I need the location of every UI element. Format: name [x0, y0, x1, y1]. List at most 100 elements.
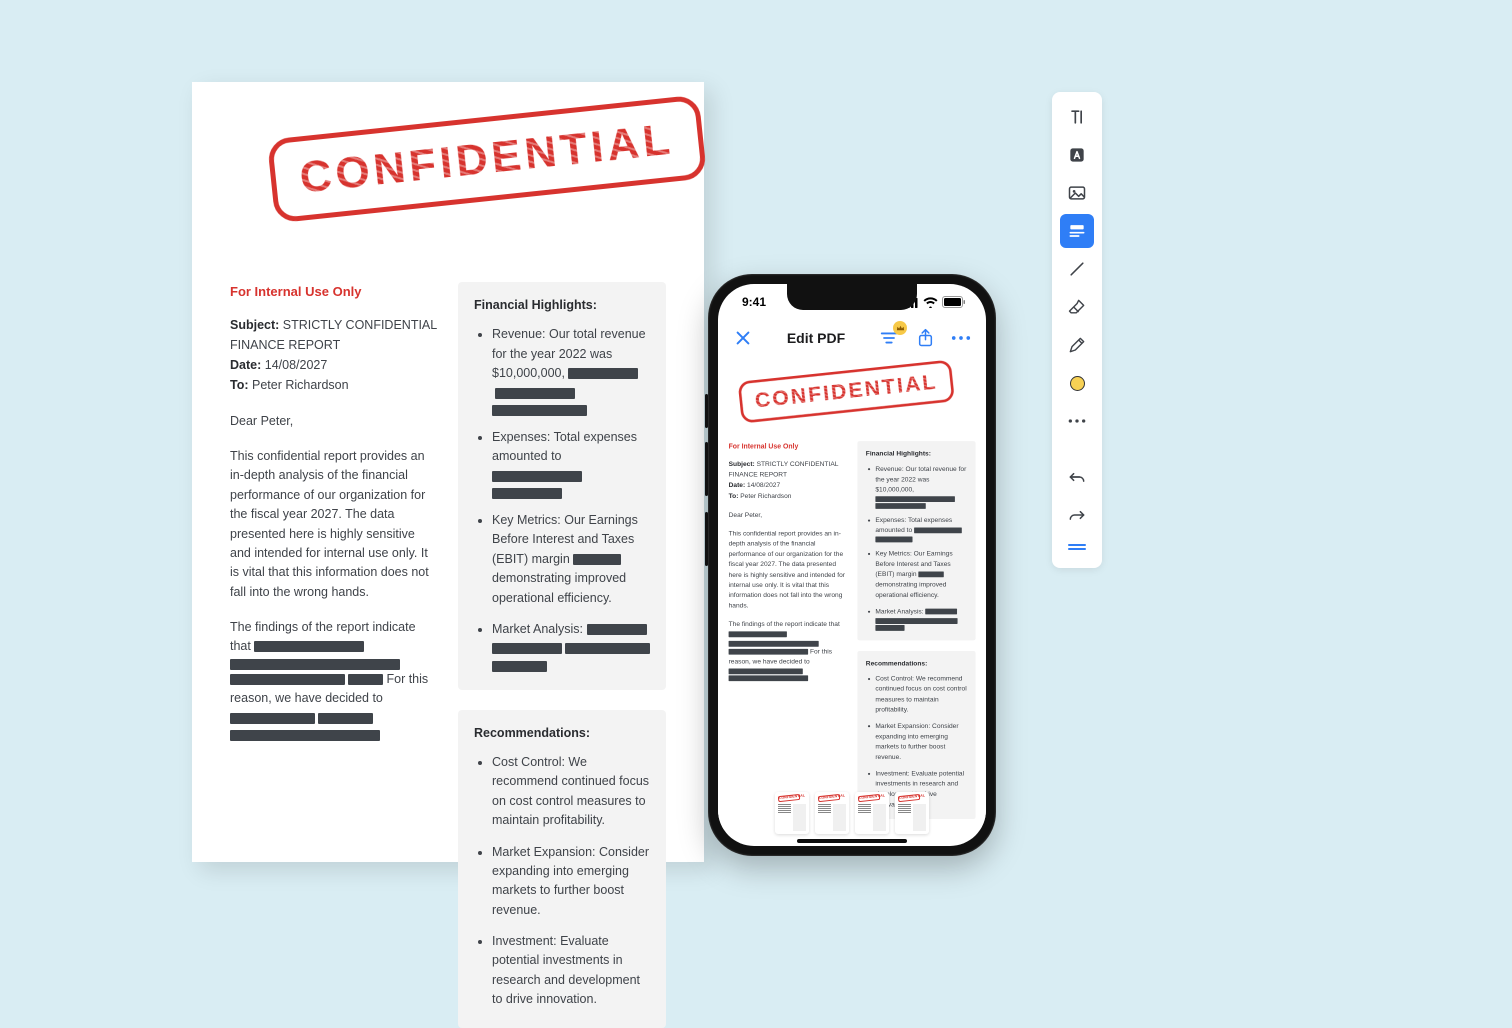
redo-icon[interactable]	[1060, 498, 1094, 532]
redaction-block	[918, 571, 943, 577]
fin-market-item: Market Analysis:	[492, 620, 650, 672]
redaction-block	[875, 537, 912, 543]
desktop-document: CONFIDENTIAL For Internal Use Only Subje…	[192, 82, 704, 862]
redaction-block	[914, 527, 962, 533]
thumb-stamp: CONFIDENTIAL	[818, 794, 841, 802]
page-thumbnail[interactable]: CONFIDENTIAL	[815, 792, 849, 834]
thumb-stamp: CONFIDENTIAL	[858, 794, 881, 802]
pen-icon[interactable]	[1060, 328, 1094, 362]
color-icon[interactable]	[1060, 366, 1094, 400]
redaction-block	[875, 503, 925, 509]
redact-icon[interactable]	[1060, 214, 1094, 248]
redaction-block	[492, 471, 582, 482]
redaction-block	[729, 641, 819, 647]
redaction-block	[230, 713, 315, 724]
redaction-block	[568, 368, 638, 379]
redaction-block	[230, 674, 345, 685]
redaction-block	[492, 643, 562, 654]
redaction-block	[565, 643, 650, 654]
confidential-stamp-mobile: CONFIDENTIAL	[738, 360, 955, 424]
findings-paragraph-mobile: The findings of the report indicate that…	[729, 619, 847, 681]
close-button[interactable]	[732, 327, 754, 349]
battery-icon	[942, 296, 966, 308]
home-indicator[interactable]	[797, 839, 907, 843]
to-label: To:	[230, 378, 249, 392]
subject-label-mobile: Subject:	[729, 460, 755, 467]
redaction-block	[875, 618, 957, 624]
redaction-block	[230, 730, 380, 741]
redaction-block	[729, 668, 803, 674]
redaction-block	[729, 649, 809, 655]
more-icon[interactable]	[1060, 404, 1094, 438]
doc-right-column: Financial Highlights: Revenue: Our total…	[458, 282, 666, 1028]
fin-metrics-post-mobile: demonstrating improved operational effic…	[875, 581, 946, 599]
rec-item-2: Market Expansion: Consider expanding int…	[492, 843, 650, 921]
drag-handle-icon[interactable]	[1060, 536, 1094, 558]
filter-button[interactable]	[878, 327, 900, 349]
fin-revenue-mobile: Revenue: Our total revenue for the year …	[875, 465, 966, 493]
doc-left-column: For Internal Use Only Subject: STRICTLY …	[230, 282, 438, 1028]
redaction-block	[492, 661, 547, 672]
page-thumbnail[interactable]: CONFIDENTIAL	[895, 792, 929, 834]
redaction-block	[729, 632, 787, 638]
financial-highlights-panel: Financial Highlights: Revenue: Our total…	[458, 282, 666, 690]
to-label-mobile: To:	[729, 492, 739, 499]
redaction-block	[254, 641, 364, 652]
redaction-block	[729, 675, 809, 681]
recommendations-heading: Recommendations:	[474, 724, 650, 743]
thumb-stamp: CONFIDENTIAL	[778, 794, 801, 802]
highlight-text-icon[interactable]	[1060, 138, 1094, 172]
redaction-block	[348, 674, 383, 685]
fin-expenses-item: Expenses: Total expenses amounted to	[492, 428, 650, 499]
redaction-block	[495, 388, 575, 399]
page-thumbnail[interactable]: CONFIDENTIAL	[775, 792, 809, 834]
fin-metrics-post: demonstrating improved operational effic…	[492, 571, 626, 604]
date-label-mobile: Date:	[729, 481, 746, 488]
salutation-mobile: Dear Peter,	[729, 510, 847, 520]
wifi-icon	[923, 297, 938, 308]
subject-label: Subject:	[230, 318, 279, 332]
date-label: Date:	[230, 358, 261, 372]
date-value-mobile: 14/08/2027	[747, 481, 780, 488]
rec-item-1: Cost Control: We recommend continued foc…	[492, 753, 650, 831]
to-value-mobile: Peter Richardson	[740, 492, 791, 499]
more-button[interactable]	[950, 327, 972, 349]
redaction-block	[230, 659, 400, 670]
redaction-block	[875, 625, 904, 631]
rec-item-3: Investment: Evaluate potential investmen…	[492, 932, 650, 1010]
phone-screen: 9:41 Edit PDF	[718, 284, 986, 846]
intro-paragraph-mobile: This confidential report provides an in-…	[729, 529, 847, 611]
redaction-block	[318, 713, 373, 724]
recommendations-panel: Recommendations: Cost Control: We recomm…	[458, 710, 666, 1028]
line-icon[interactable]	[1060, 252, 1094, 286]
phone-notch	[787, 284, 917, 310]
editor-toolbar	[1052, 92, 1102, 568]
fin-market-text: Market Analysis:	[492, 622, 583, 636]
fin-market-mobile: Market Analysis:	[875, 608, 923, 615]
findings-paragraph: The findings of the report indicate that…	[230, 618, 438, 741]
undo-icon[interactable]	[1060, 460, 1094, 494]
image-icon[interactable]	[1060, 176, 1094, 210]
text-cursor-icon[interactable]	[1060, 100, 1094, 134]
fin-revenue-item: Revenue: Our total revenue for the year …	[492, 325, 650, 416]
to-value: Peter Richardson	[252, 378, 349, 392]
redaction-block	[587, 624, 647, 635]
redaction-block	[573, 554, 621, 565]
redaction-block	[925, 609, 957, 615]
thumb-stamp: CONFIDENTIAL	[898, 794, 921, 802]
phone-frame: 9:41 Edit PDF	[708, 274, 996, 856]
eraser-icon[interactable]	[1060, 290, 1094, 324]
nav-bar: Edit PDF	[718, 320, 986, 356]
nav-title: Edit PDF	[787, 330, 845, 346]
rec-item-1-mobile: Cost Control: We recommend continued foc…	[875, 674, 967, 715]
redaction-block	[492, 488, 562, 499]
intro-paragraph: This confidential report provides an in-…	[230, 447, 438, 602]
redaction-block	[875, 496, 955, 502]
status-time: 9:41	[742, 295, 766, 309]
fin-expenses-text: Expenses: Total expenses amounted to	[492, 430, 637, 463]
findings-pre-mobile: The findings of the report indicate that	[729, 620, 840, 627]
share-button[interactable]	[914, 327, 936, 349]
internal-use-label: For Internal Use Only	[230, 282, 438, 302]
phone-document-viewport[interactable]: CONFIDENTIAL For Internal Use Only Subje…	[718, 356, 986, 846]
page-thumbnail[interactable]: CONFIDENTIAL	[855, 792, 889, 834]
